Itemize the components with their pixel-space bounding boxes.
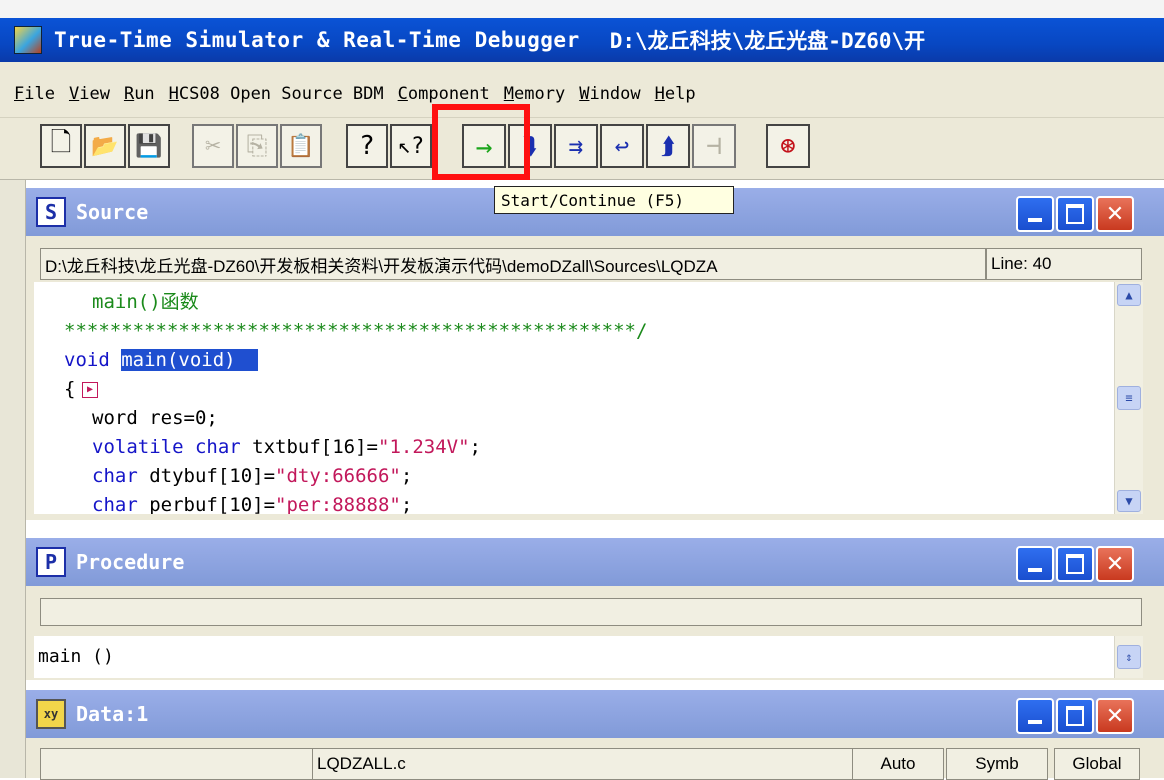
minimize-icon xyxy=(1028,218,1042,222)
maximize-button[interactable] xyxy=(1056,698,1094,734)
step-out-button[interactable]: ↩ xyxy=(600,124,644,168)
data-auto-button[interactable]: Auto xyxy=(852,748,944,780)
code-line-7: char dtybuf[10]="dty:66666"; xyxy=(92,465,413,487)
tooltip: Start/Continue (F5) xyxy=(494,186,734,214)
scroll-up-button[interactable]: ▲ xyxy=(1117,284,1141,306)
code-line-1: main()函数 xyxy=(92,291,199,313)
window-path-title: D:\龙丘科技\龙丘光盘-DZ60\开 xyxy=(609,29,926,53)
close-button[interactable]: ✕ xyxy=(1096,698,1134,734)
source-line-field: Line: 40 xyxy=(986,248,1142,280)
maximize-icon xyxy=(1066,554,1084,574)
menu-file[interactable]: File xyxy=(14,84,55,104)
maximize-button[interactable] xyxy=(1056,196,1094,232)
source-scrollbar[interactable]: ▲ ≡ ▼ xyxy=(1114,282,1143,514)
source-window-icon: S xyxy=(36,197,66,227)
code-line-2: ****************************************… xyxy=(64,320,648,342)
source-path-field: D:\龙丘科技\龙丘光盘-DZ60\开发板相关资料\开发板演示代码\demoDZ… xyxy=(40,248,986,280)
save-button[interactable]: 💾 xyxy=(128,124,170,168)
code-line-3: void main(void) xyxy=(64,349,259,371)
paste-button[interactable]: 📋 xyxy=(280,124,322,168)
copy-button[interactable]: ⎘ xyxy=(236,124,278,168)
data-window-icon: xy xyxy=(36,699,66,729)
maximize-icon xyxy=(1066,706,1084,726)
minimize-button[interactable] xyxy=(1016,546,1054,582)
maximize-button[interactable] xyxy=(1056,546,1094,582)
menu-run[interactable]: Run xyxy=(124,84,155,104)
scroll-down-button[interactable]: ▼ xyxy=(1117,490,1141,512)
code-line-6: volatile char txtbuf[16]="1.234V"; xyxy=(92,436,481,458)
app-logo-icon xyxy=(14,26,42,54)
selected-text: main(void) xyxy=(121,349,259,371)
source-code-area[interactable]: main()函数 *******************************… xyxy=(34,282,1114,514)
step-over-button[interactable]: ⇉ xyxy=(554,124,598,168)
halt-button[interactable]: ⊣ xyxy=(692,124,736,168)
minimize-icon xyxy=(1028,720,1042,724)
menu-memory[interactable]: Memory xyxy=(504,84,565,104)
titlebar-gap xyxy=(0,62,1164,70)
scroll-thumb[interactable]: ≡ xyxy=(1117,386,1141,410)
procedure-titlebar: P Procedure ✕ xyxy=(26,538,1164,586)
menu-help[interactable]: Help xyxy=(655,84,696,104)
breakpoint-marker-icon: ▶ xyxy=(82,382,98,398)
menu-bar: File View Run HCS08 Open Source BDM Comp… xyxy=(0,70,1164,118)
title-bar: True-Time Simulator & Real-Time Debugger… xyxy=(0,18,1164,62)
procedure-title: Procedure xyxy=(76,550,185,574)
help-button[interactable]: ? xyxy=(346,124,388,168)
code-line-5: word res=0; xyxy=(92,407,218,429)
menu-window[interactable]: Window xyxy=(579,84,640,104)
data-scope-field xyxy=(40,748,314,780)
highlight-box xyxy=(432,104,530,180)
data-file-field: LQDZALL.c xyxy=(312,748,854,780)
data-titlebar: xy Data:1 ✕ xyxy=(26,690,1164,738)
procedure-list[interactable]: main () xyxy=(34,636,1114,678)
data-title: Data:1 xyxy=(76,702,149,726)
minimize-icon xyxy=(1028,568,1042,572)
top-gap xyxy=(0,0,1164,18)
code-line-8: char perbuf[10]="per:88888"; xyxy=(92,494,413,514)
procedure-window-icon: P xyxy=(36,547,66,577)
close-icon: ✕ xyxy=(1105,201,1125,227)
procedure-spin-icon[interactable]: ⇕ xyxy=(1117,645,1141,669)
menu-component[interactable]: Component xyxy=(398,84,490,104)
maximize-icon xyxy=(1066,204,1084,224)
close-button[interactable]: ✕ xyxy=(1096,196,1134,232)
assembly-step-button[interactable]: ⮭ xyxy=(646,124,690,168)
new-file-button[interactable]: 🗋 xyxy=(40,124,82,168)
minimize-button[interactable] xyxy=(1016,698,1054,734)
code-line-4: { xyxy=(64,378,76,400)
menu-hcs08[interactable]: HCS08 Open Source BDM xyxy=(169,84,384,104)
app-title: True-Time Simulator & Real-Time Debugger xyxy=(54,28,580,52)
procedure-header-field xyxy=(40,598,1142,626)
source-title: Source xyxy=(76,200,149,224)
close-icon: ✕ xyxy=(1105,703,1125,729)
open-folder-button[interactable]: 📂 xyxy=(84,124,126,168)
procedure-entry[interactable]: main () xyxy=(38,646,114,667)
reset-target-button[interactable]: ⊛ xyxy=(766,124,810,168)
close-button[interactable]: ✕ xyxy=(1096,546,1134,582)
cut-button[interactable]: ✂ xyxy=(192,124,234,168)
data-symb-button[interactable]: Symb xyxy=(946,748,1048,780)
procedure-scrollbar[interactable]: ⇕ xyxy=(1114,636,1143,678)
minimize-button[interactable] xyxy=(1016,196,1054,232)
data-global-button[interactable]: Global xyxy=(1054,748,1140,780)
mdi-left-edge xyxy=(0,180,26,778)
context-help-button[interactable]: ↖? xyxy=(390,124,432,168)
close-icon: ✕ xyxy=(1105,551,1125,577)
menu-view[interactable]: View xyxy=(69,84,110,104)
